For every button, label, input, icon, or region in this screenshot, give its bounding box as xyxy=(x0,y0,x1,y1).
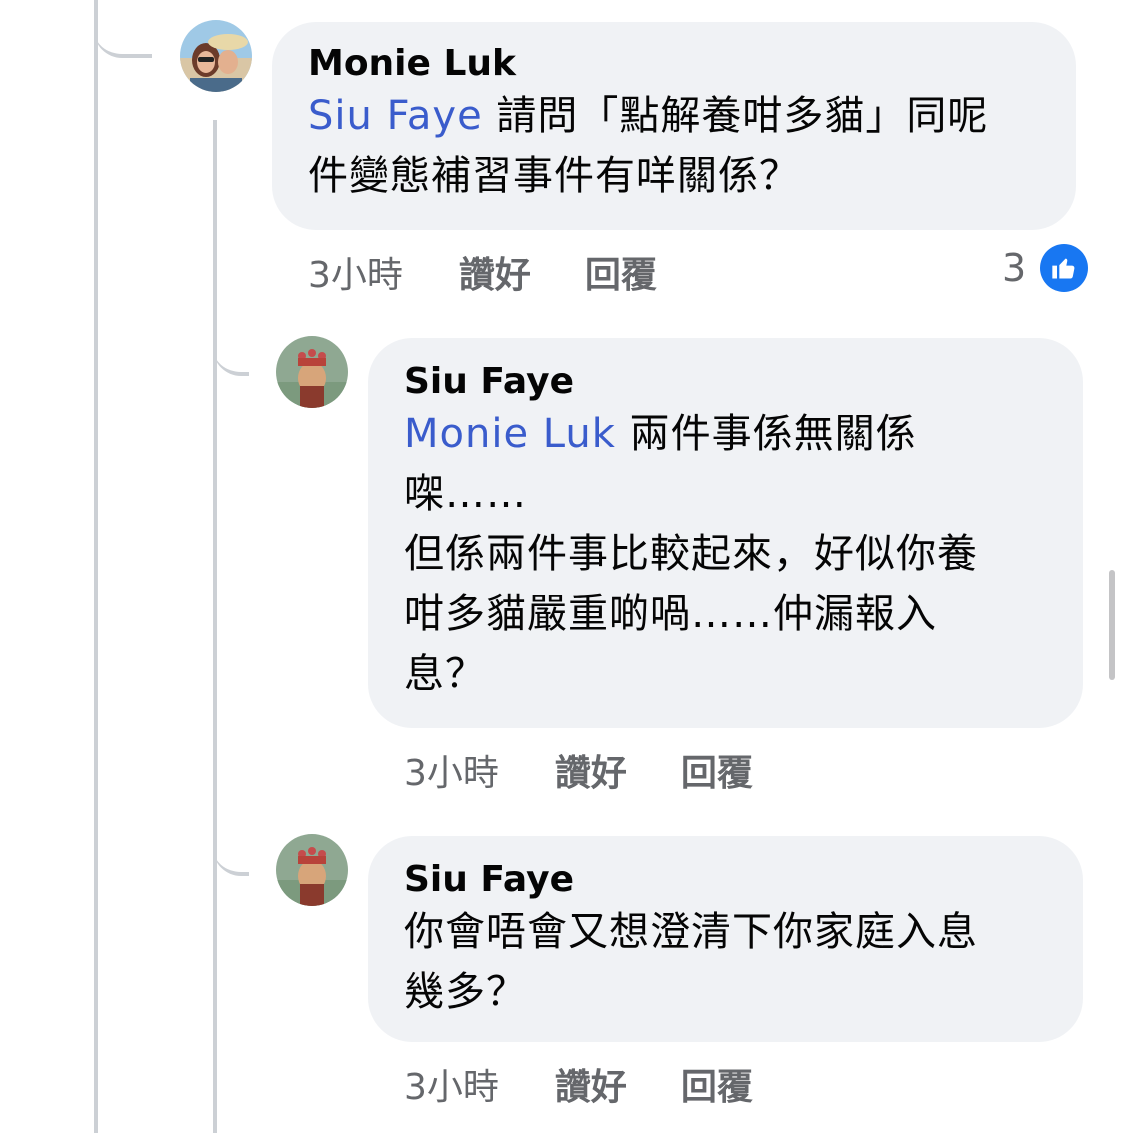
comment-text: 你會唔會又想澄清下你家庭入息 幾多？ xyxy=(404,902,1047,1022)
thread-curve-reply-2 xyxy=(213,800,249,876)
mention-link[interactable]: Siu Faye xyxy=(308,93,483,139)
thread-curve-top xyxy=(94,0,152,58)
like-button[interactable]: 讚好 xyxy=(555,744,627,796)
comment-time[interactable]: 3小時 xyxy=(404,1058,499,1110)
comment-text-line: 幾多？ xyxy=(404,969,527,1015)
comment-author[interactable]: Siu Faye xyxy=(404,360,1047,404)
comment-author[interactable]: Monie Luk xyxy=(308,42,1040,86)
comment-actions: 3小時 讚好 回覆 xyxy=(404,744,807,796)
thread-curve-reply-1 xyxy=(213,300,249,376)
like-button[interactable]: 讚好 xyxy=(555,1058,627,1110)
comment-time[interactable]: 3小時 xyxy=(308,246,403,298)
reply-button[interactable]: 回覆 xyxy=(681,1058,753,1110)
scrollbar[interactable] xyxy=(1109,570,1115,680)
comment-text-line: 㗎…… xyxy=(404,471,527,517)
comment-bubble: Siu Faye Monie Luk 兩件事係無關係 㗎…… 但係兩件事比較起來… xyxy=(368,338,1083,728)
comment-time[interactable]: 3小時 xyxy=(404,744,499,796)
comment-actions: 3小時 讚好 回覆 xyxy=(308,246,711,298)
comment-actions: 3小時 讚好 回覆 xyxy=(404,1058,807,1110)
avatar[interactable] xyxy=(276,834,348,906)
reply-button[interactable]: 回覆 xyxy=(585,246,657,298)
comment-bubble: Siu Faye 你會唔會又想澄清下你家庭入息 幾多？ xyxy=(368,836,1083,1042)
comment-text: Monie Luk 兩件事係無關係 㗎…… 但係兩件事比較起來，好似你養 咁多貓… xyxy=(404,404,1047,704)
comment-text-line: 兩件事係無關係 xyxy=(629,411,917,457)
comment-author[interactable]: Siu Faye xyxy=(404,858,1047,902)
like-button[interactable]: 讚好 xyxy=(459,246,531,298)
comment-text-line: 但係兩件事比較起來，好似你養 xyxy=(404,531,978,577)
comment-text-line: 你會唔會又想澄清下你家庭入息 xyxy=(404,909,978,955)
mention-link[interactable]: Monie Luk xyxy=(404,411,616,457)
comment-text-line: 件變態補習事件有咩關係？ xyxy=(308,153,800,199)
avatar[interactable] xyxy=(180,20,252,92)
comment-text-line: 請問「點解養咁多貓」同呢 xyxy=(496,93,989,139)
thumbs-up-icon xyxy=(1040,244,1089,292)
reaction-summary[interactable]: 3 xyxy=(1002,244,1089,292)
comment-bubble: Monie Luk Siu Faye 請問「點解養咁多貓」同呢 件變態補習事件有… xyxy=(272,22,1076,230)
thread-line-inner xyxy=(213,120,217,1133)
comment-text-line: 咁多貓嚴重啲喎……仲漏報入 xyxy=(404,591,937,637)
avatar[interactable] xyxy=(276,336,348,408)
reaction-count: 3 xyxy=(1002,246,1027,290)
thread-line-outer xyxy=(94,0,98,1133)
reply-button[interactable]: 回覆 xyxy=(681,744,753,796)
comment-text-line: 息？ xyxy=(404,651,486,697)
comment-text: Siu Faye 請問「點解養咁多貓」同呢 件變態補習事件有咩關係？ xyxy=(308,86,1040,206)
